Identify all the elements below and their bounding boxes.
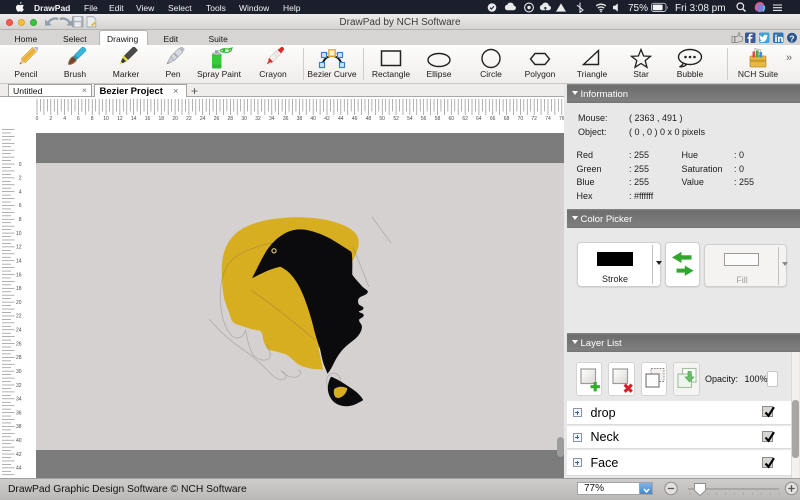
svg-text:?: ? — [789, 33, 794, 42]
svg-text:Fri 3:08 pm: Fri 3:08 pm — [675, 3, 726, 13]
svg-text:75%: 75% — [628, 3, 648, 13]
